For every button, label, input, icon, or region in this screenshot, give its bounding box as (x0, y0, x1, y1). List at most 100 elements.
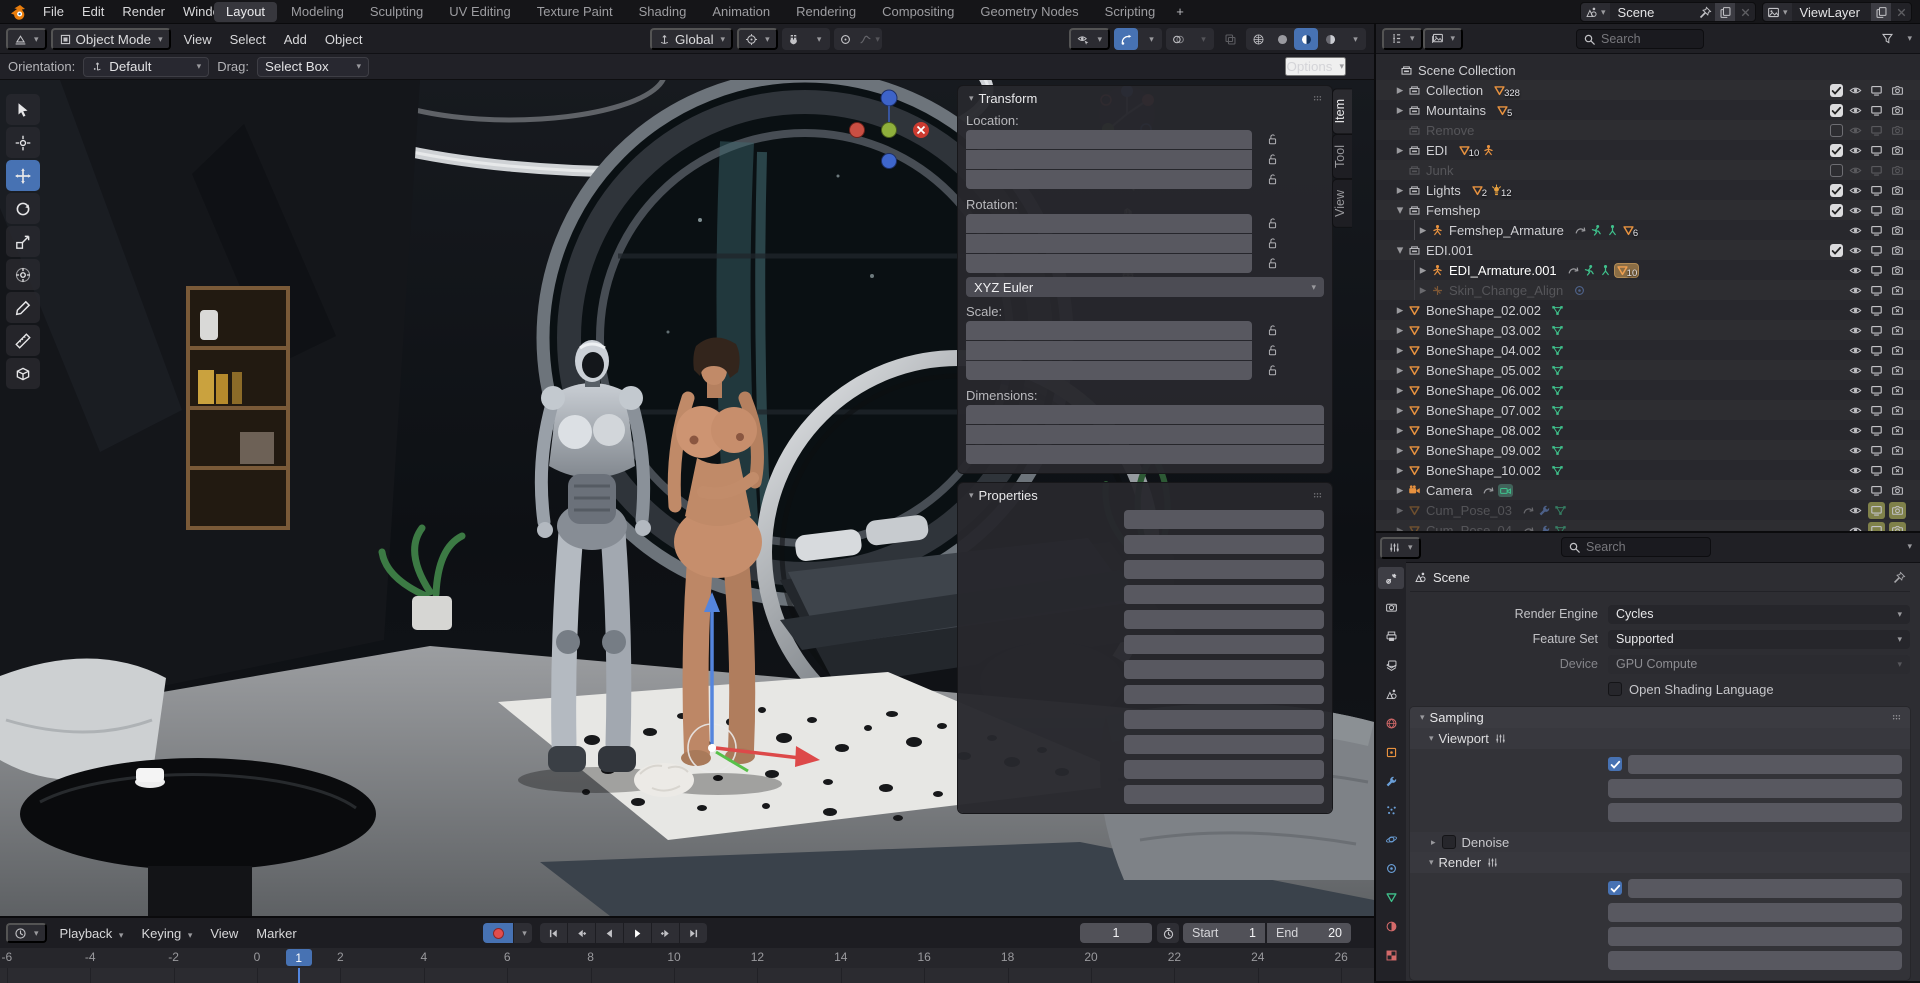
min-samples-field[interactable] (1608, 803, 1902, 822)
disable-render-toggle[interactable] (1889, 422, 1906, 439)
workspace-tab-uv-editing[interactable]: UV Editing (437, 2, 522, 22)
properties-tab-object[interactable] (1378, 741, 1404, 763)
property-value-field[interactable] (1124, 610, 1324, 629)
workspace-tab-shading[interactable]: Shading (627, 2, 699, 22)
properties-tab-particles[interactable] (1378, 799, 1404, 821)
keying-popover[interactable]: ▾ (514, 923, 532, 943)
disable-viewports-toggle[interactable] (1868, 302, 1885, 319)
outliner-row[interactable]: ▸EDI10 (1376, 140, 1920, 160)
disable-render-toggle[interactable] (1889, 322, 1906, 339)
scale-z-field[interactable] (966, 361, 1252, 380)
jump-start-button[interactable] (540, 923, 567, 943)
viewlayer-selector[interactable]: ▾ ViewLayer (1762, 2, 1912, 22)
disable-render-toggle[interactable] (1889, 82, 1906, 99)
disable-render-toggle[interactable] (1889, 162, 1906, 179)
lock-icon[interactable] (1266, 237, 1279, 250)
properties-tab-render[interactable] (1378, 596, 1404, 618)
expander[interactable]: ▸ (1392, 402, 1408, 418)
disable-viewports-toggle[interactable] (1868, 142, 1885, 159)
hide-viewport-toggle[interactable] (1847, 182, 1864, 199)
disable-viewports-toggle[interactable] (1868, 482, 1885, 499)
outliner-row[interactable]: ▸BoneShape_08.002 (1376, 420, 1920, 440)
drag-dropdown[interactable]: Select Box▾ (257, 57, 369, 77)
orientation-default-dropdown[interactable]: Default▾ (83, 57, 209, 77)
workspace-tab-geometry-nodes[interactable]: Geometry Nodes (968, 2, 1090, 22)
disable-render-toggle[interactable] (1889, 522, 1906, 532)
workspace-tab-texture-paint[interactable]: Texture Paint (525, 2, 625, 22)
workspace-tab-animation[interactable]: Animation (700, 2, 782, 22)
outliner-row[interactable]: ▸BoneShape_10.002 (1376, 460, 1920, 480)
timeline-menu-playback[interactable]: Playback ▾ (51, 923, 133, 944)
noise-threshold-field[interactable] (1628, 879, 1902, 898)
hide-viewport-toggle[interactable] (1847, 402, 1864, 419)
disable-render-toggle[interactable] (1889, 402, 1906, 419)
hide-viewport-toggle[interactable] (1847, 122, 1864, 139)
dimensions-z-field[interactable] (966, 445, 1324, 464)
disable-render-toggle[interactable] (1889, 282, 1906, 299)
grip-icon[interactable] (1311, 489, 1324, 502)
disable-viewports-toggle[interactable] (1868, 342, 1885, 359)
feature-set-dropdown[interactable]: Supported▾ (1608, 630, 1910, 649)
disable-render-toggle[interactable] (1889, 102, 1906, 119)
property-value-field[interactable] (1124, 735, 1324, 754)
properties-search[interactable] (1561, 537, 1711, 557)
max-samples-field[interactable] (1608, 779, 1902, 798)
shading-wireframe[interactable] (1246, 28, 1270, 50)
outliner-row[interactable]: ▾Femshep (1376, 200, 1920, 220)
workspace-tab-layout[interactable]: Layout (214, 2, 277, 22)
property-value-field[interactable] (1124, 510, 1324, 529)
disable-viewports-toggle[interactable] (1868, 362, 1885, 379)
frame-end-field[interactable]: End20 (1267, 923, 1351, 943)
collection-checkbox[interactable] (1830, 144, 1843, 157)
lock-icon[interactable] (1266, 324, 1279, 337)
tool-rotate[interactable] (6, 193, 40, 224)
property-value-field[interactable] (1124, 535, 1324, 554)
outliner-search[interactable] (1576, 29, 1704, 49)
jump-end-button[interactable] (680, 923, 707, 943)
collection-checkbox[interactable] (1830, 164, 1843, 177)
hide-viewport-toggle[interactable] (1847, 202, 1864, 219)
hide-viewport-toggle[interactable] (1847, 362, 1864, 379)
mode-dropdown[interactable]: Object Mode▾ (51, 28, 171, 50)
disable-viewports-toggle[interactable] (1868, 202, 1885, 219)
auto-keying-toggle[interactable] (483, 923, 513, 943)
hide-viewport-toggle[interactable] (1847, 462, 1864, 479)
outliner-row[interactable]: Junk (1376, 160, 1920, 180)
expander[interactable]: ▸ (1392, 182, 1408, 198)
viewlayer-name[interactable]: ViewLayer (1792, 5, 1871, 20)
outliner-row[interactable]: ▸Cum_Pose_04 (1376, 520, 1920, 531)
workspace-tab-compositing[interactable]: Compositing (870, 2, 966, 22)
viewport-3d[interactable]: ▾Transform Location: Rotation: XYZ Euler… (0, 80, 1374, 916)
expander[interactable]: ▸ (1392, 142, 1408, 158)
lock-icon[interactable] (1266, 133, 1279, 146)
menu-file[interactable]: File (34, 1, 73, 22)
dimensions-x-field[interactable] (966, 405, 1324, 424)
play-button[interactable] (624, 923, 651, 943)
rotation-z-field[interactable] (966, 254, 1252, 273)
scene-selector[interactable]: ▾ Scene (1580, 2, 1756, 22)
expander[interactable]: ▸ (1392, 482, 1408, 498)
properties-tab-material[interactable] (1378, 915, 1404, 937)
location-z-field[interactable] (966, 170, 1252, 189)
tool-transform[interactable] (6, 259, 40, 290)
rotation-mode-dropdown[interactable]: XYZ Euler▾ (966, 277, 1324, 297)
outliner-row[interactable]: ▸BoneShape_02.002 (1376, 300, 1920, 320)
outliner-editor-type-button[interactable]: ▾ (1382, 28, 1423, 50)
properties-tab-viewlayer[interactable] (1378, 654, 1404, 676)
hide-viewport-toggle[interactable] (1847, 482, 1864, 499)
scale-y-field[interactable] (966, 341, 1252, 360)
disable-render-toggle[interactable] (1889, 342, 1906, 359)
timeline-menu-keying[interactable]: Keying ▾ (132, 923, 201, 944)
outliner-row[interactable]: ▸BoneShape_07.002 (1376, 400, 1920, 420)
edit-value-button[interactable] (1124, 760, 1324, 779)
workspace-tab-rendering[interactable]: Rendering (784, 2, 868, 22)
expander[interactable]: ▸ (1415, 262, 1431, 278)
expander[interactable]: ▸ (1415, 222, 1431, 238)
outliner-row[interactable]: ▸BoneShape_05.002 (1376, 360, 1920, 380)
tool-annotate[interactable] (6, 292, 40, 323)
disable-render-toggle[interactable] (1889, 502, 1906, 519)
lock-icon[interactable] (1266, 153, 1279, 166)
workspace-tab-scripting[interactable]: Scripting (1093, 2, 1168, 22)
hide-viewport-toggle[interactable] (1847, 102, 1864, 119)
tool-select-box[interactable] (6, 94, 40, 125)
